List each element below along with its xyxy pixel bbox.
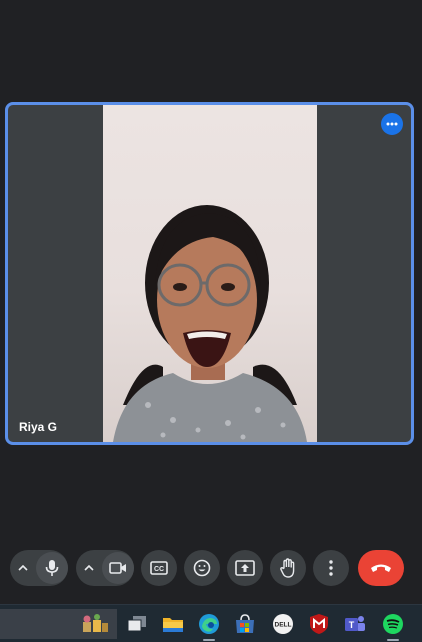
taskbar-dell[interactable]: DELL [269, 610, 297, 638]
spotify-icon [383, 614, 403, 634]
camera-icon [109, 562, 126, 574]
taskbar-file-explorer[interactable] [159, 610, 187, 638]
more-vert-icon [329, 560, 333, 576]
more-horiz-icon [386, 122, 398, 126]
mcafee-shield-icon [310, 614, 328, 634]
teams-icon: T [345, 616, 365, 631]
taskbar-microsoft-store[interactable] [231, 610, 259, 638]
participant-tile[interactable]: Riya G [5, 102, 414, 445]
svg-text:DELL: DELL [275, 622, 292, 629]
taskbar-spotify[interactable] [379, 610, 407, 641]
mic-control-group [10, 550, 68, 586]
windows-taskbar: DELL T [0, 604, 422, 642]
taskbar-teams[interactable]: T [341, 610, 369, 638]
chevron-up-icon [18, 565, 28, 571]
call-controls: CC [0, 550, 422, 590]
chevron-up-icon [84, 565, 94, 571]
captions-button[interactable]: CC [141, 550, 177, 586]
more-options-button[interactable] [381, 113, 403, 135]
emoji-icon [193, 559, 211, 577]
end-call-icon [371, 564, 391, 572]
emoji-button[interactable] [184, 550, 220, 586]
raise-hand-button[interactable] [270, 550, 306, 586]
captions-icon: CC [150, 561, 168, 575]
hand-icon [280, 558, 295, 578]
more-options-menu-button[interactable] [313, 550, 349, 586]
camera-options-button[interactable] [76, 550, 102, 586]
taskbar-task-view[interactable] [123, 610, 151, 638]
dell-icon: DELL [273, 614, 293, 634]
edge-icon [199, 614, 219, 634]
video-frame [113, 205, 307, 442]
widgets-icon [83, 614, 108, 632]
taskbar-search-box[interactable] [0, 609, 117, 639]
task-view-icon [127, 616, 146, 632]
participant-video [103, 105, 317, 442]
end-call-button[interactable] [358, 550, 404, 586]
taskbar-edge[interactable] [195, 610, 223, 641]
store-icon [236, 614, 254, 633]
participant-name: Riya G [19, 420, 58, 434]
mic-button[interactable] [36, 552, 68, 584]
svg-text:T: T [349, 620, 355, 630]
camera-button[interactable] [102, 552, 134, 584]
present-icon [235, 560, 255, 576]
mic-options-button[interactable] [10, 550, 36, 586]
present-button[interactable] [227, 550, 263, 586]
folder-icon [163, 618, 183, 632]
mic-icon [45, 560, 59, 576]
taskbar-mcafee[interactable] [305, 610, 333, 638]
camera-control-group [76, 550, 134, 586]
svg-text:CC: CC [154, 566, 164, 573]
